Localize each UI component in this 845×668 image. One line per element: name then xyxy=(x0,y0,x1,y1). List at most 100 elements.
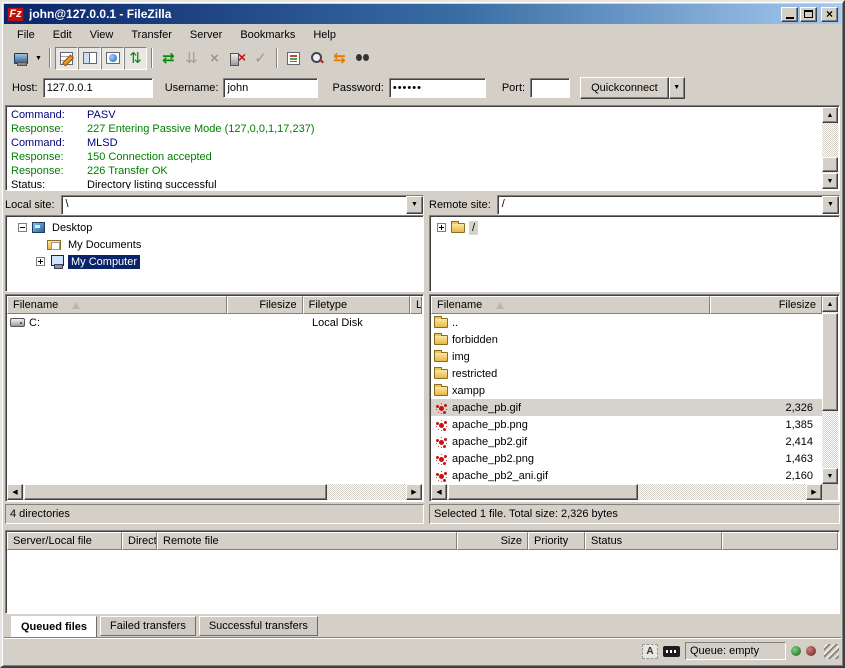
column-direction[interactable]: Directi... xyxy=(122,532,157,550)
column-server-local-file[interactable]: Server/Local file xyxy=(7,532,122,550)
local-horizontal-scrollbar[interactable]: ◀ ▶ xyxy=(7,484,422,500)
remote-horizontal-scrollbar[interactable]: ◀ ▶ xyxy=(431,484,822,500)
remote-file-row[interactable]: xampp xyxy=(431,382,822,399)
quickconnect-button[interactable]: Quickconnect xyxy=(580,77,669,99)
status-indicator-icon[interactable] xyxy=(663,646,680,657)
toggle-remote-tree-button[interactable] xyxy=(101,47,124,70)
username-input[interactable] xyxy=(223,78,318,98)
menu-help[interactable]: Help xyxy=(304,27,345,43)
scrollbar-thumb[interactable] xyxy=(822,157,838,172)
tree-item-label: / xyxy=(469,221,478,235)
remote-file-row[interactable]: img xyxy=(431,348,822,365)
minimize-button[interactable] xyxy=(781,7,798,22)
scroll-left-button[interactable]: ◀ xyxy=(431,484,447,500)
file-name: C: xyxy=(29,317,233,329)
image-file-icon xyxy=(434,401,448,414)
scrollbar-thumb[interactable] xyxy=(448,484,638,500)
scroll-left-button[interactable]: ◀ xyxy=(7,484,23,500)
arrow-left-icon: ◀ xyxy=(12,489,17,496)
scrollbar-thumb[interactable] xyxy=(822,313,838,411)
tab-successful-transfers[interactable]: Successful transfers xyxy=(199,616,318,636)
chevron-down-icon: ▼ xyxy=(673,84,680,91)
synchronized-browsing-button[interactable]: ⇆ xyxy=(328,47,351,70)
scroll-down-button[interactable]: ▼ xyxy=(822,173,838,189)
reconnect-button[interactable]: ✓ xyxy=(249,47,272,70)
toggle-local-tree-button[interactable] xyxy=(78,47,101,70)
column-remote-file[interactable]: Remote file xyxy=(157,532,457,550)
remote-file-row[interactable]: forbidden xyxy=(431,331,822,348)
remote-file-row[interactable]: restricted xyxy=(431,365,822,382)
scroll-up-button[interactable]: ▲ xyxy=(822,107,838,123)
column-filename[interactable]: Filename xyxy=(7,296,227,314)
cancel-operation-button[interactable]: × xyxy=(203,47,226,70)
scroll-up-button[interactable]: ▲ xyxy=(822,296,838,312)
column-filesize[interactable]: Filesize xyxy=(710,296,822,314)
scroll-down-button[interactable]: ▼ xyxy=(822,468,838,484)
remote-file-row[interactable]: .. xyxy=(431,314,822,331)
file-size: 2,160 xyxy=(719,470,822,482)
menu-transfer[interactable]: Transfer xyxy=(122,27,181,43)
host-input[interactable] xyxy=(43,78,153,98)
find-files-button[interactable] xyxy=(351,47,374,70)
remote-file-row[interactable]: apache_pb.png1,385 xyxy=(431,416,822,433)
column-filesize[interactable]: Filesize xyxy=(227,296,302,314)
log-scrollbar[interactable]: ▲ ▼ xyxy=(822,107,838,189)
combo-dropdown-button[interactable]: ▼ xyxy=(406,196,423,214)
close-button[interactable]: × xyxy=(821,7,838,22)
scrollbar-thumb[interactable] xyxy=(24,484,327,500)
port-input[interactable] xyxy=(530,78,570,98)
process-queue-button[interactable]: ⇊ xyxy=(180,47,203,70)
site-manager-button[interactable] xyxy=(9,47,32,70)
column-status[interactable]: Status xyxy=(585,532,722,550)
quickconnect-dropdown-button[interactable]: ▼ xyxy=(669,77,685,99)
toggle-transfer-queue-button[interactable]: ⇅ xyxy=(124,47,147,70)
resize-grip[interactable] xyxy=(824,644,839,659)
image-file-icon xyxy=(434,469,448,482)
directory-comparison-button[interactable] xyxy=(305,47,328,70)
remote-file-row[interactable]: apache_pb2.png1,463 xyxy=(431,450,822,467)
file-size: 1,385 xyxy=(719,419,822,431)
toggle-message-log-button[interactable] xyxy=(55,47,78,70)
tree-item-my-documents[interactable]: My Documents xyxy=(6,236,423,253)
remote-vertical-scrollbar[interactable]: ▲ ▼ xyxy=(822,296,838,484)
transfer-type-icon[interactable]: A xyxy=(642,644,658,659)
menu-server[interactable]: Server xyxy=(181,27,231,43)
local-list-header: Filename Filesize Filetype L xyxy=(7,296,422,314)
remote-site-combo[interactable]: / ▼ xyxy=(497,195,840,215)
menu-edit[interactable]: Edit xyxy=(44,27,81,43)
menu-bookmarks[interactable]: Bookmarks xyxy=(231,27,304,43)
maximize-button[interactable] xyxy=(800,7,817,22)
statusbar: A Queue: empty xyxy=(4,637,841,664)
local-site-combo[interactable]: \ ▼ xyxy=(61,195,424,215)
local-file-row[interactable]: C: Local Disk xyxy=(7,314,422,331)
remote-file-row-selected[interactable]: apache_pb.gif2,326 xyxy=(431,399,822,416)
tree-item-desktop[interactable]: Desktop xyxy=(6,219,423,236)
collapse-icon[interactable] xyxy=(18,223,27,232)
expand-icon[interactable] xyxy=(36,257,45,266)
remote-file-row[interactable]: apache_pb2.gif2,414 xyxy=(431,433,822,450)
reconnect-icon: ✓ xyxy=(254,51,267,66)
column-filetype[interactable]: Filetype xyxy=(303,296,410,314)
tree-item-root[interactable]: / xyxy=(430,219,839,236)
column-filename[interactable]: Filename xyxy=(431,296,710,314)
titlebar[interactable]: Fz john@127.0.0.1 - FileZilla × xyxy=(4,4,841,24)
menu-view[interactable]: View xyxy=(81,27,123,43)
column-priority[interactable]: Priority xyxy=(528,532,585,550)
tab-queued-files[interactable]: Queued files xyxy=(11,616,97,638)
column-last-modified[interactable]: L xyxy=(410,296,422,314)
filter-button[interactable] xyxy=(282,47,305,70)
column-size[interactable]: Size xyxy=(457,532,528,550)
scroll-right-button[interactable]: ▶ xyxy=(406,484,422,500)
quickconnect-bar: Host: Username: Password: Port: Quickcon… xyxy=(4,72,841,103)
scroll-right-button[interactable]: ▶ xyxy=(806,484,822,500)
menu-file[interactable]: File xyxy=(8,27,44,43)
disconnect-button[interactable] xyxy=(226,47,249,70)
remote-file-row[interactable]: apache_pb2_ani.gif2,160 xyxy=(431,467,822,484)
refresh-button[interactable]: ⇄ xyxy=(157,47,180,70)
combo-dropdown-button[interactable]: ▼ xyxy=(822,196,839,214)
password-input[interactable] xyxy=(389,78,486,98)
tree-item-my-computer[interactable]: My Computer xyxy=(6,253,423,270)
tab-failed-transfers[interactable]: Failed transfers xyxy=(100,616,196,636)
expand-icon[interactable] xyxy=(437,223,446,232)
site-manager-dropdown-button[interactable]: ▼ xyxy=(32,47,45,70)
